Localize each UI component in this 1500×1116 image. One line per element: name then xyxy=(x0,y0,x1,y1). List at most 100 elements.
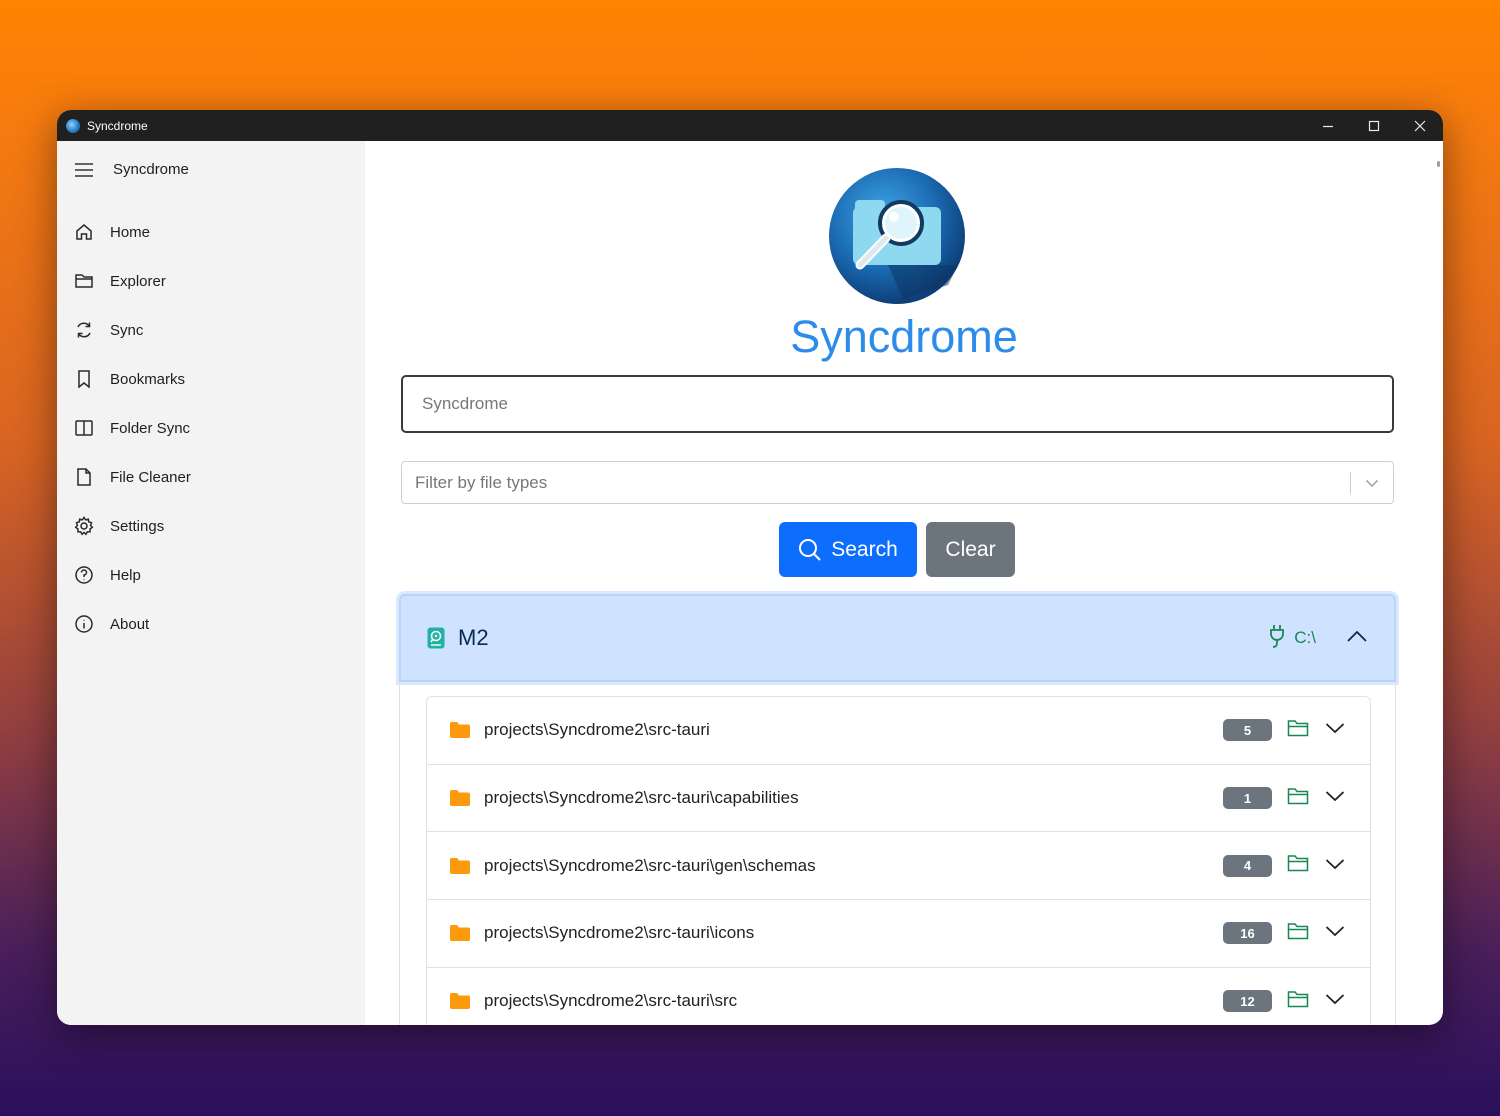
sidebar-header: Syncdrome xyxy=(74,161,189,178)
window-title: Syncdrome xyxy=(87,118,148,133)
folder-open-icon xyxy=(1287,990,1309,1007)
folder-row[interactable]: projects\Syncdrome2\src-tauri\icons 16 xyxy=(427,900,1370,968)
search-icon xyxy=(799,538,821,561)
folder-icon xyxy=(75,274,93,288)
drive-mount-point: C:\ xyxy=(1294,628,1316,647)
open-folder-button[interactable] xyxy=(1287,922,1309,945)
drive-accordion-body: projects\Syncdrome2\src-tauri 5 projects… xyxy=(399,682,1396,1025)
plug-icon xyxy=(1270,624,1285,648)
app-icon xyxy=(66,118,80,133)
folder-open-icon xyxy=(1287,855,1309,872)
folder-row[interactable]: projects\Syncdrome2\src-tauri\gen\schema… xyxy=(427,832,1370,901)
chevron-down-icon xyxy=(1325,723,1345,734)
sidebar: Syncdrome Home Explorer Sync Bookmarks F… xyxy=(57,141,365,1025)
clear-button-label: Clear xyxy=(945,537,996,561)
folder-row[interactable]: projects\Syncdrome2\src-tauri 5 xyxy=(427,697,1370,765)
title-bar: Syncdrome xyxy=(57,110,1443,141)
folder-fill-icon xyxy=(450,993,470,1010)
close-icon xyxy=(1414,120,1426,131)
folder-path: projects\Syncdrome2\src-tauri\gen\schema… xyxy=(484,855,816,875)
sidebar-item-folder-sync[interactable]: Folder Sync xyxy=(74,414,190,442)
folder-open-icon xyxy=(1287,923,1309,940)
sidebar-item-settings[interactable]: Settings xyxy=(74,512,164,540)
columns-icon xyxy=(75,420,93,436)
file-icon xyxy=(77,468,91,486)
chevron-down-icon xyxy=(1325,994,1345,1005)
chevron-down-icon xyxy=(1325,859,1345,869)
folder-fill-icon xyxy=(450,722,470,739)
expand-toggle[interactable] xyxy=(1325,721,1345,739)
minimize-button[interactable] xyxy=(1305,110,1351,141)
sidebar-item-home[interactable]: Home xyxy=(74,218,150,246)
folder-path: projects\Syncdrome2\src-tauri\src xyxy=(484,991,738,1011)
folder-open-icon xyxy=(1287,787,1309,804)
minimize-icon xyxy=(1323,125,1333,127)
open-folder-button[interactable] xyxy=(1287,719,1309,742)
folder-fill-icon xyxy=(450,925,470,942)
main-content: Syncdrome Filter by file types Search Cl… xyxy=(365,141,1443,1025)
file-count-badge: 1 xyxy=(1223,787,1272,810)
search-input[interactable] xyxy=(401,375,1394,433)
sidebar-item-about[interactable]: About xyxy=(74,610,149,638)
expand-toggle[interactable] xyxy=(1325,857,1345,875)
scrollbar[interactable] xyxy=(1437,161,1440,167)
sync-icon xyxy=(77,322,91,338)
sidebar-item-label: File Cleaner xyxy=(110,468,191,486)
chevron-up-icon xyxy=(1347,630,1367,642)
folder-row[interactable]: projects\Syncdrome2\src-tauri\capabiliti… xyxy=(427,765,1370,833)
folder-path: projects\Syncdrome2\src-tauri\icons xyxy=(484,923,755,943)
chevron-down-icon xyxy=(1325,926,1345,937)
sidebar-item-label: Folder Sync xyxy=(110,419,191,437)
question-icon xyxy=(75,566,93,584)
drive-accordion: M2 C:\ projects\Syncdrome2\src-tauri 5 p… xyxy=(399,594,1396,1025)
search-button[interactable]: Search xyxy=(779,522,917,577)
folder-path: projects\Syncdrome2\src-tauri\capabiliti… xyxy=(484,788,799,808)
file-count-badge: 4 xyxy=(1223,854,1272,877)
sidebar-app-name: Syncdrome xyxy=(113,161,189,178)
folder-fill-icon xyxy=(450,790,470,807)
clear-button[interactable]: Clear xyxy=(926,522,1015,577)
expand-toggle[interactable] xyxy=(1325,992,1345,1010)
search-button-label: Search xyxy=(831,537,898,561)
chevron-down-icon xyxy=(1325,791,1345,802)
sidebar-item-file-cleaner[interactable]: File Cleaner xyxy=(74,463,191,491)
app-window: Syncdrome Syncdrome Home Explorer Sync B… xyxy=(57,110,1443,1025)
plug-status xyxy=(1268,624,1286,653)
file-count-badge: 16 xyxy=(1223,922,1272,945)
file-type-filter-select[interactable]: Filter by file types xyxy=(401,461,1394,504)
sidebar-item-label: Help xyxy=(110,566,141,584)
sidebar-item-sync[interactable]: Sync xyxy=(74,316,143,344)
filter-dropdown-toggle[interactable] xyxy=(1351,478,1393,488)
maximize-icon xyxy=(1368,120,1380,131)
drive-icon xyxy=(427,627,445,649)
filter-placeholder: Filter by file types xyxy=(415,472,548,492)
hamburger-menu-icon[interactable] xyxy=(74,162,94,178)
expand-toggle[interactable] xyxy=(1325,924,1345,942)
app-title: Syncdrome xyxy=(790,311,1018,362)
file-count-badge: 12 xyxy=(1223,990,1272,1013)
sidebar-item-help[interactable]: Help xyxy=(74,561,141,589)
open-folder-button[interactable] xyxy=(1287,787,1309,810)
chevron-down-icon xyxy=(1365,479,1379,487)
sidebar-item-explorer[interactable]: Explorer xyxy=(74,267,166,295)
open-folder-button[interactable] xyxy=(1287,990,1309,1013)
folder-fill-icon xyxy=(450,857,470,874)
bookmark-icon xyxy=(78,370,90,389)
folder-row[interactable]: projects\Syncdrome2\src-tauri\src 12 xyxy=(427,968,1370,1025)
folder-path: projects\Syncdrome2\src-tauri xyxy=(484,720,710,740)
file-count-badge: 5 xyxy=(1223,719,1272,742)
expand-toggle[interactable] xyxy=(1325,789,1345,807)
collapse-toggle[interactable] xyxy=(1346,629,1368,648)
sidebar-item-label: Home xyxy=(110,223,151,241)
sidebar-item-label: Bookmarks xyxy=(110,370,186,388)
maximize-button[interactable] xyxy=(1351,110,1397,141)
sidebar-item-label: Sync xyxy=(110,321,144,339)
sidebar-item-bookmarks[interactable]: Bookmarks xyxy=(74,365,185,393)
home-icon xyxy=(76,224,92,240)
close-button[interactable] xyxy=(1397,110,1443,141)
sidebar-item-label: Explorer xyxy=(110,272,166,290)
folder-open-icon xyxy=(1287,720,1309,737)
drive-accordion-header[interactable]: M2 C:\ xyxy=(399,594,1396,682)
open-folder-button[interactable] xyxy=(1287,854,1309,877)
window-controls xyxy=(1305,110,1443,141)
